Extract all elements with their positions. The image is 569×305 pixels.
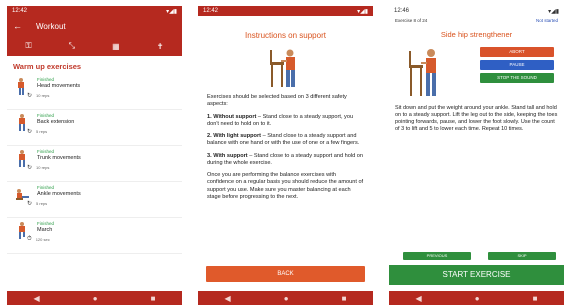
- exercise-counter: Exercise 8 of 24: [395, 17, 428, 23]
- page-title: Instructions on support: [245, 31, 326, 40]
- exercise-title: Side hip strengthener: [440, 30, 513, 39]
- status-icons: ▾◢▮: [548, 8, 559, 15]
- previous-button[interactable]: PREVIOUS: [403, 252, 471, 260]
- nav-back-icon[interactable]: ◀: [225, 294, 231, 303]
- abort-button[interactable]: ABORT: [480, 47, 554, 57]
- status-time: 12:46: [394, 8, 410, 14]
- exercise-name: March: [37, 227, 53, 233]
- exercise-reps: 10 reps: [36, 93, 50, 98]
- page-title: Workout: [36, 21, 66, 31]
- repeat-icon: ↻: [27, 165, 33, 171]
- workout-screen: 12:42 ▾◢▮ ← Workout ⚿ ⤡ ▦ ✝ Warm up exer…: [7, 6, 182, 305]
- outro-text: Once you are performing the balance exer…: [207, 172, 364, 200]
- exercise-status: Finished: [37, 221, 55, 226]
- person-icon[interactable]: ✝: [157, 42, 164, 51]
- back-arrow-icon[interactable]: ←: [13, 21, 22, 31]
- nav-home-icon[interactable]: ●: [93, 294, 98, 303]
- support-level-3-title: 3. With support: [207, 152, 248, 159]
- exercise-screen: 12:46 ▾◢▮ Exercise 8 of 24 Not started S…: [389, 6, 564, 305]
- status-time: 12:42: [203, 8, 219, 14]
- list-item[interactable]: Finished Trunk movements ↻ 10 reps: [7, 146, 182, 182]
- instructions-body: Exercises should be selected based on 3 …: [198, 88, 373, 201]
- exercise-illustration: [409, 49, 436, 96]
- nav-home-icon[interactable]: ●: [475, 294, 480, 303]
- start-exercise-button[interactable]: START EXERCISE: [389, 265, 564, 285]
- status-bar: 12:42 ▾◢▮: [198, 6, 373, 16]
- app-bar: ← Workout: [7, 16, 182, 36]
- exercise-header: Exercise 8 of 24 Not started: [389, 16, 564, 24]
- status-time: 12:42: [12, 8, 28, 14]
- exercise-reps: 5 reps: [36, 201, 48, 206]
- repeat-icon: ↻: [27, 201, 33, 207]
- back-button[interactable]: BACK: [206, 266, 365, 282]
- support-level-1-title: 1. Without support: [207, 113, 257, 120]
- status-bar: 12:46 ▾◢▮: [389, 6, 564, 16]
- support-illustration: [269, 49, 295, 87]
- support-level-2-title: 2. With light support: [207, 133, 262, 140]
- nav-recent-icon[interactable]: ■: [533, 294, 538, 303]
- support-instructions-screen: 12:42 ▾◢▮ Instructions on support Exerci…: [198, 6, 373, 305]
- nav-recent-icon[interactable]: ■: [342, 294, 347, 303]
- support-level-1: 1. Without support – Stand close to a st…: [207, 114, 364, 129]
- system-nav-bar: ◀ ● ■: [7, 291, 182, 305]
- status-bar: 12:42 ▾◢▮: [7, 6, 182, 16]
- calendar-icon[interactable]: ▦: [112, 42, 120, 51]
- repeat-icon: ↻: [27, 129, 33, 135]
- status-icons: ▾◢▮: [166, 8, 177, 15]
- exercise-name: Back extension: [37, 119, 75, 125]
- nav-home-icon[interactable]: ●: [284, 294, 289, 303]
- stop-sound-button[interactable]: STOP THE SOUND: [480, 73, 554, 83]
- list-item[interactable]: Finished Ankle movements ↻ 5 reps: [7, 182, 182, 218]
- support-level-2: 2. With light support – Stand close to a…: [207, 133, 364, 148]
- list-item[interactable]: Finished March ⏱ 120 sec: [7, 218, 182, 254]
- list-item[interactable]: Finished Back extension ↻ 5 reps: [7, 110, 182, 146]
- skip-button[interactable]: SKIP: [488, 252, 556, 260]
- exercise-status: Finished: [37, 113, 55, 118]
- exercise-status: Finished: [37, 77, 55, 82]
- nav-back-icon[interactable]: ◀: [416, 294, 422, 303]
- exercise-nav: PREVIOUS SKIP: [403, 252, 556, 260]
- status-icons: ▾◢▮: [357, 8, 368, 15]
- exercise-description: Sit down and put the weight around your …: [395, 105, 558, 133]
- support-level-3: 3. With support – Stand close to a stead…: [207, 153, 364, 168]
- timer-icon: ⏱: [27, 236, 32, 242]
- section-title: Warm up exercises: [13, 62, 82, 71]
- list-item[interactable]: Finished Head movements ↻ 10 reps: [7, 74, 182, 110]
- exercise-status: Finished: [37, 185, 55, 190]
- exercise-status: Finished: [37, 149, 55, 154]
- expand-icon[interactable]: ⤡: [69, 41, 75, 51]
- exercise-name: Head movements: [37, 83, 81, 89]
- exercise-state: Not started: [535, 17, 558, 23]
- system-nav-bar: ◀ ● ■: [198, 291, 373, 305]
- exercise-name: Ankle movements: [37, 191, 81, 197]
- exercise-name: Trunk movements: [37, 155, 81, 161]
- dumbbell-icon[interactable]: ⚿: [26, 41, 32, 51]
- tab-icon-bar: ⚿ ⤡ ▦ ✝: [7, 36, 182, 56]
- intro-text: Exercises should be selected based on 3 …: [207, 94, 347, 108]
- system-nav-bar: ◀ ● ■: [389, 291, 564, 305]
- exercise-reps: 5 reps: [36, 129, 48, 134]
- exercise-reps: 10 reps: [36, 165, 50, 170]
- stage: 12:42 ▾◢▮ ← Workout ⚿ ⤡ ▦ ✝ Warm up exer…: [0, 0, 569, 305]
- repeat-icon: ↻: [27, 93, 33, 99]
- exercise-duration: 120 sec: [35, 237, 50, 242]
- nav-recent-icon[interactable]: ■: [151, 294, 156, 303]
- pause-button[interactable]: PAUSE: [480, 60, 554, 70]
- nav-back-icon[interactable]: ◀: [34, 294, 40, 303]
